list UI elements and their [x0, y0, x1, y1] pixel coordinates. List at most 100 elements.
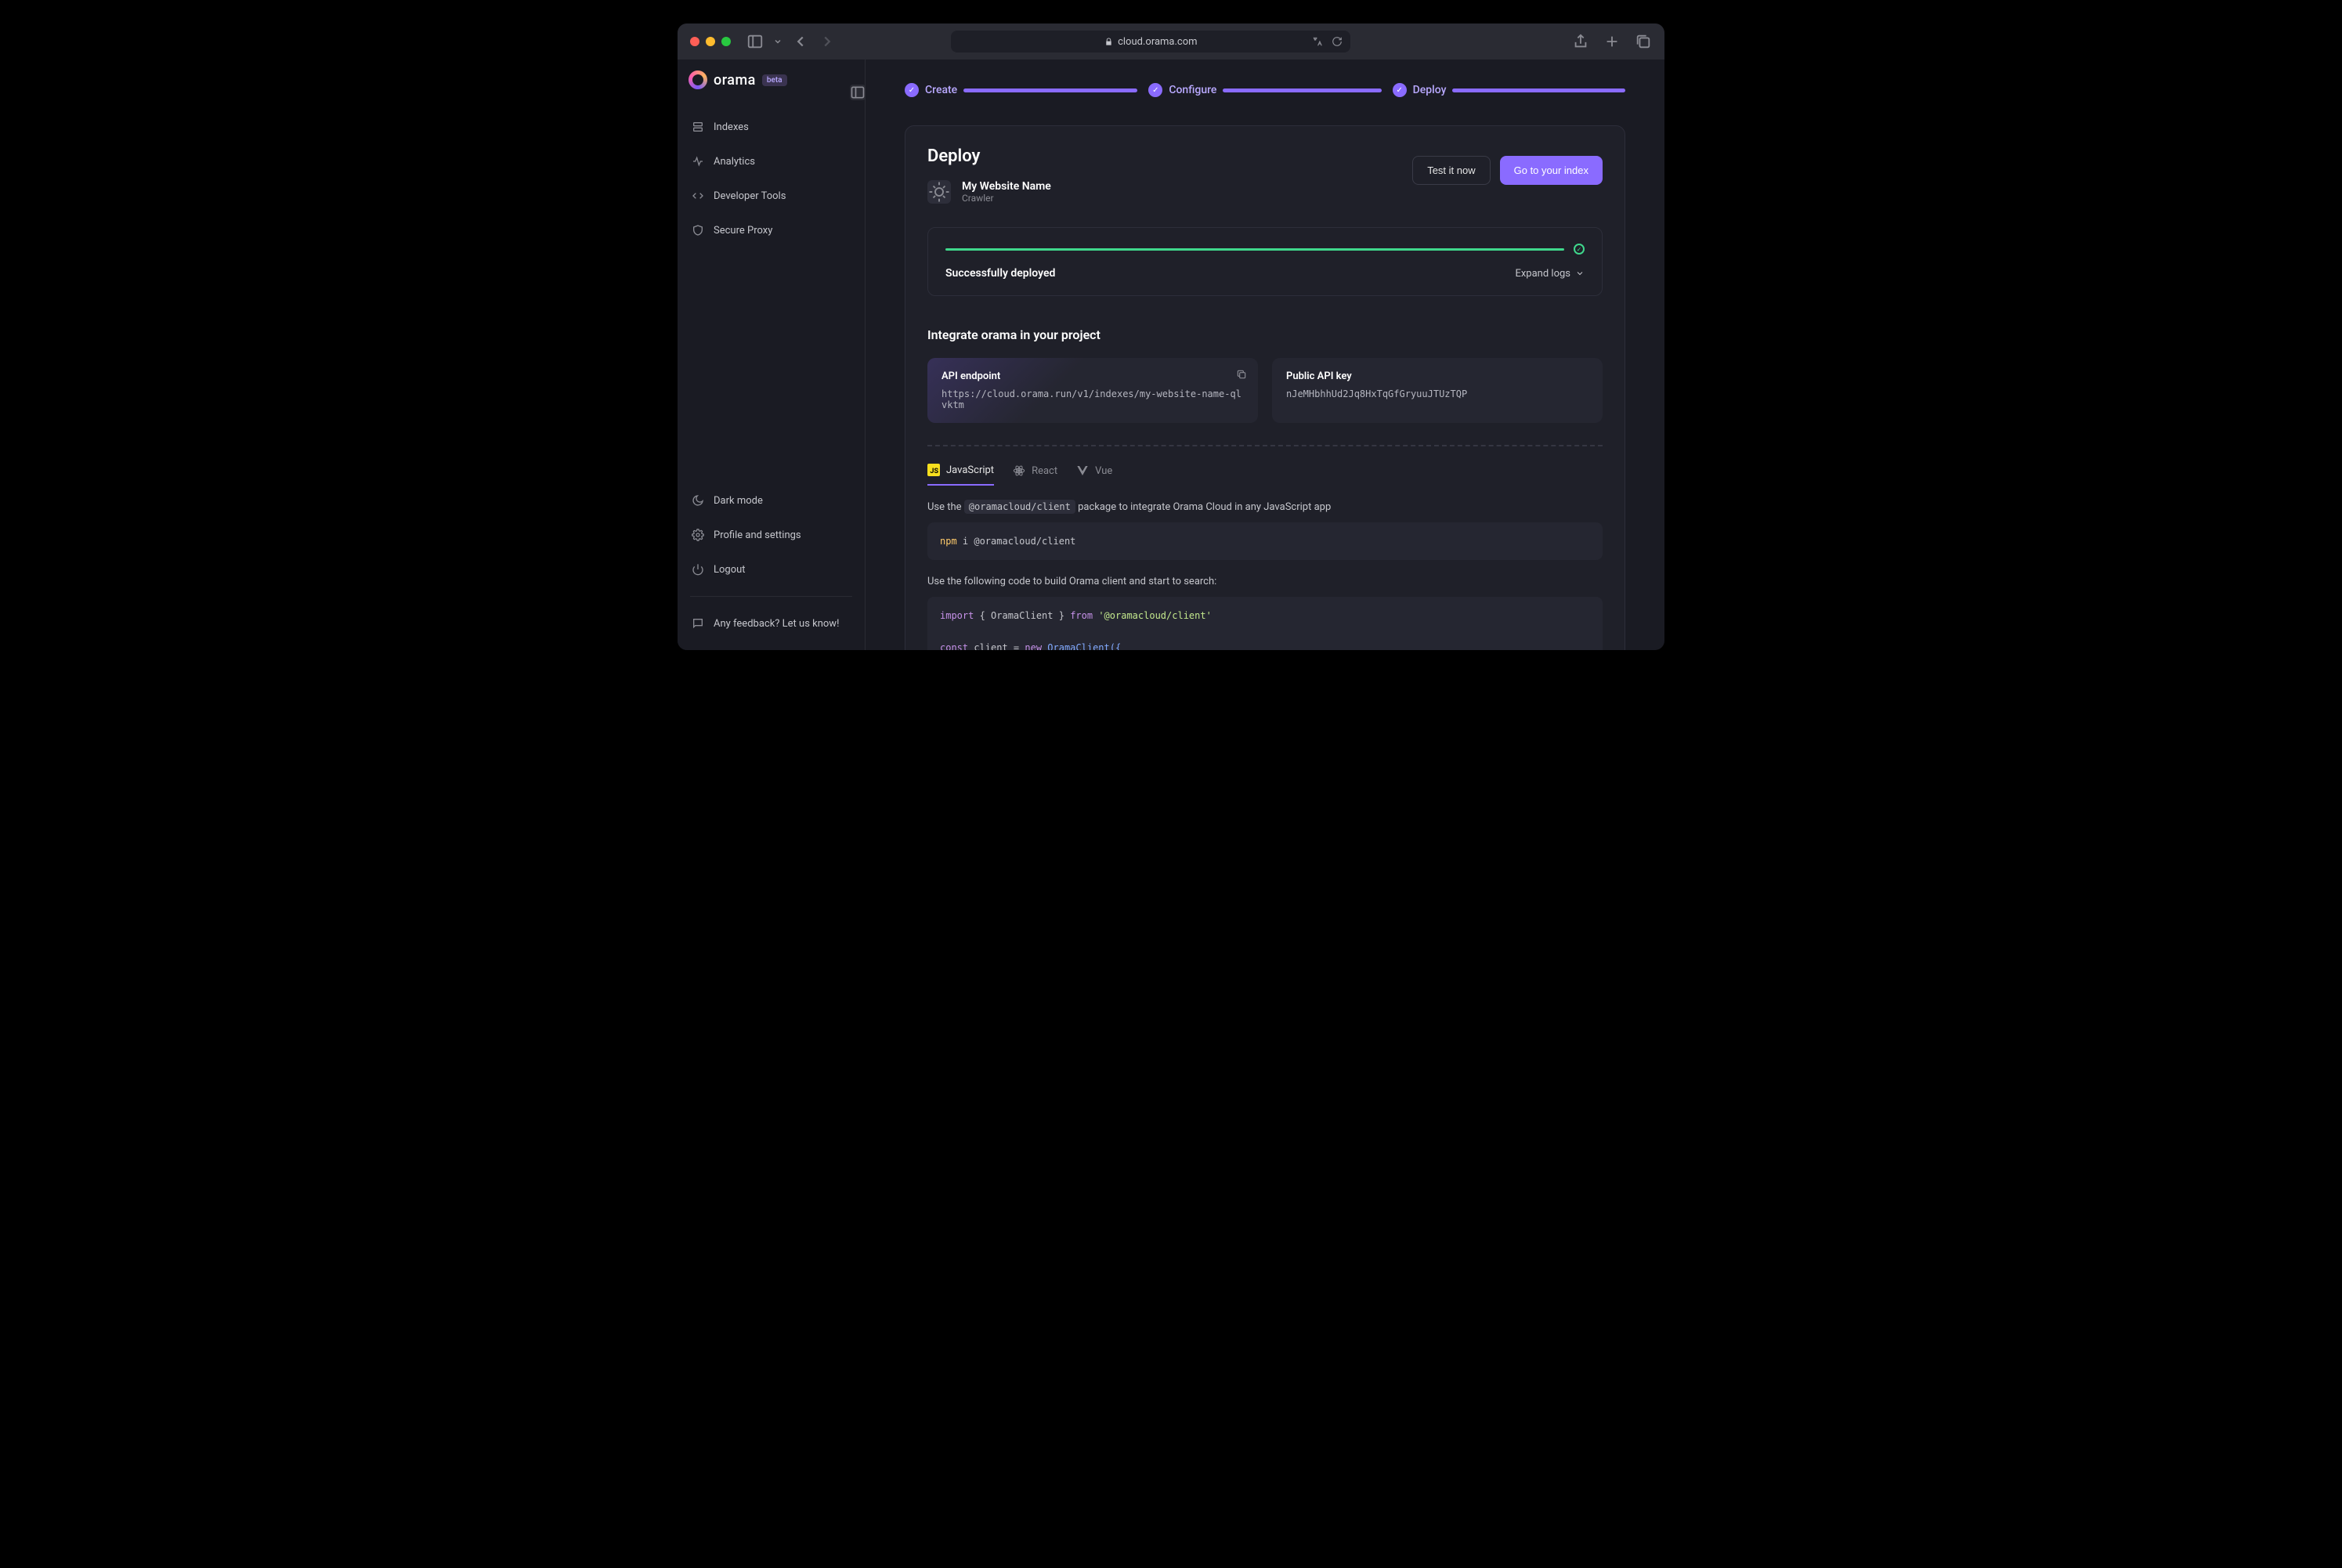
expand-logs-label: Expand logs — [1515, 268, 1570, 280]
index-info: My Website Name Crawler — [927, 180, 1051, 204]
sidebar-toggle-icon[interactable] — [746, 33, 764, 50]
url-text: cloud.orama.com — [1118, 36, 1197, 48]
nav-secure-proxy[interactable]: Secure Proxy — [684, 215, 858, 246]
app-content: orama beta Indexes Analytics — [678, 60, 1664, 650]
credentials-grid: API endpoint https://cloud.orama.run/v1/… — [927, 358, 1603, 423]
key-value: nJeMHbhhUd2Jq8HxTqGfGryuuJTUzTQP — [1286, 388, 1588, 399]
nav-label: Developer Tools — [714, 190, 786, 202]
index-name: My Website Name — [962, 180, 1051, 193]
gear-icon — [692, 529, 704, 541]
beta-badge: beta — [762, 74, 787, 86]
nav-indexes[interactable]: Indexes — [684, 111, 858, 143]
usage-snippet[interactable]: import { OramaClient } from '@oramacloud… — [927, 597, 1603, 650]
traffic-lights — [690, 37, 731, 46]
forward-button[interactable] — [819, 33, 836, 50]
nav-label: Secure Proxy — [714, 225, 772, 237]
logout-button[interactable]: Logout — [684, 554, 858, 585]
intro-pre: Use the — [927, 501, 964, 513]
check-icon: ✓ — [1393, 83, 1407, 97]
lock-icon — [1104, 38, 1113, 46]
nav-developer-tools[interactable]: Developer Tools — [684, 180, 858, 211]
stepper: ✓ Create ✓ Configure ✓ Deploy — [905, 83, 1625, 97]
back-button[interactable] — [792, 33, 809, 50]
tab-label: Vue — [1095, 465, 1112, 477]
card-header: Deploy My Website Name Crawler — [927, 146, 1603, 204]
sidebar-footer: Dark mode Profile and settings Logout — [678, 485, 865, 639]
kw: const — [940, 642, 968, 650]
moon-icon — [692, 494, 704, 507]
logo[interactable]: orama beta — [678, 70, 865, 89]
dark-mode-toggle[interactable]: Dark mode — [684, 485, 858, 516]
fn: OramaClient({ — [1042, 642, 1121, 650]
step-label: Deploy — [1413, 84, 1447, 96]
index-type: Crawler — [962, 193, 1051, 204]
activity-icon — [692, 155, 704, 168]
feedback-link[interactable]: Any feedback? Let us know! — [684, 608, 858, 639]
sidebar-collapse-button[interactable] — [850, 85, 866, 100]
step-progress-bar — [963, 89, 1137, 92]
usage-intro: Use the following code to build Orama cl… — [927, 576, 1603, 587]
step-create[interactable]: ✓ Create — [905, 83, 1137, 97]
kw: import — [940, 610, 974, 621]
logo-mark-icon — [689, 70, 707, 89]
chevron-down-icon[interactable] — [773, 33, 782, 50]
go-to-index-button[interactable]: Go to your index — [1500, 156, 1603, 185]
api-endpoint-box: API endpoint https://cloud.orama.run/v1/… — [927, 358, 1258, 423]
minimize-window-button[interactable] — [706, 37, 715, 46]
power-icon — [692, 563, 704, 576]
tab-javascript[interactable]: JS JavaScript — [927, 464, 994, 486]
divider — [927, 445, 1603, 446]
npm-token: npm — [940, 536, 957, 547]
sidebar: orama beta Indexes Analytics — [678, 60, 866, 650]
txt: { OramaClient } — [974, 610, 1070, 621]
brand-name: orama — [714, 72, 756, 89]
deploy-card: Deploy My Website Name Crawler — [905, 125, 1625, 650]
nav-label: Profile and settings — [714, 529, 801, 541]
code-icon — [692, 190, 704, 202]
url-bar[interactable]: cloud.orama.com — [951, 31, 1350, 52]
tab-label: React — [1032, 465, 1057, 477]
tab-vue[interactable]: Vue — [1076, 464, 1112, 486]
kw: new — [1025, 642, 1042, 650]
install-command[interactable]: npm i @oramacloud/client — [927, 522, 1603, 560]
nav-analytics[interactable]: Analytics — [684, 146, 858, 177]
test-button[interactable]: Test it now — [1412, 156, 1490, 185]
shield-icon — [692, 224, 704, 237]
javascript-icon: JS — [927, 464, 940, 476]
new-tab-icon[interactable] — [1603, 33, 1621, 50]
endpoint-label: API endpoint — [941, 370, 1244, 382]
tabs-icon[interactable] — [1635, 33, 1652, 50]
tab-react[interactable]: React — [1013, 464, 1057, 486]
profile-settings[interactable]: Profile and settings — [684, 519, 858, 551]
maximize-window-button[interactable] — [721, 37, 731, 46]
database-icon — [692, 121, 704, 133]
nav-label: Any feedback? Let us know! — [714, 618, 839, 630]
translate-icon[interactable] — [1311, 36, 1324, 47]
copy-endpoint-button[interactable] — [1236, 369, 1247, 380]
reload-icon[interactable] — [1332, 36, 1343, 47]
deploy-status: ✓ Successfully deployed Expand logs — [927, 227, 1603, 296]
expand-logs-button[interactable]: Expand logs — [1515, 268, 1585, 280]
react-icon — [1013, 464, 1025, 477]
intro-text: Use the @oramacloud/client package to in… — [927, 501, 1603, 513]
page-title: Deploy — [927, 146, 1051, 166]
api-key-box: Public API key nJeMHbhhUd2Jq8HxTqGfGryuu… — [1272, 358, 1603, 423]
nav-label: Dark mode — [714, 495, 763, 507]
progress-bar — [945, 248, 1564, 251]
integrate-title: Integrate orama in your project — [927, 327, 1603, 342]
close-window-button[interactable] — [690, 37, 699, 46]
browser-window: cloud.orama.com — [678, 23, 1664, 650]
main-content: ✓ Create ✓ Configure ✓ Deploy — [866, 60, 1664, 650]
sdk-tabs: JS JavaScript React Vue — [927, 464, 1603, 486]
message-icon — [692, 617, 704, 630]
chevron-down-icon — [1575, 269, 1585, 278]
step-deploy[interactable]: ✓ Deploy — [1393, 83, 1625, 97]
tab-label: JavaScript — [946, 464, 994, 476]
main-nav: Indexes Analytics Developer Tools — [678, 111, 865, 246]
intro-post: package to integrate Orama Cloud in any … — [1075, 501, 1331, 513]
share-icon[interactable] — [1572, 33, 1589, 50]
step-configure[interactable]: ✓ Configure — [1148, 83, 1381, 97]
str: '@oramacloud/client' — [1098, 610, 1212, 621]
install-rest: i @oramacloud/client — [957, 536, 1076, 547]
success-check-icon: ✓ — [1574, 244, 1585, 255]
